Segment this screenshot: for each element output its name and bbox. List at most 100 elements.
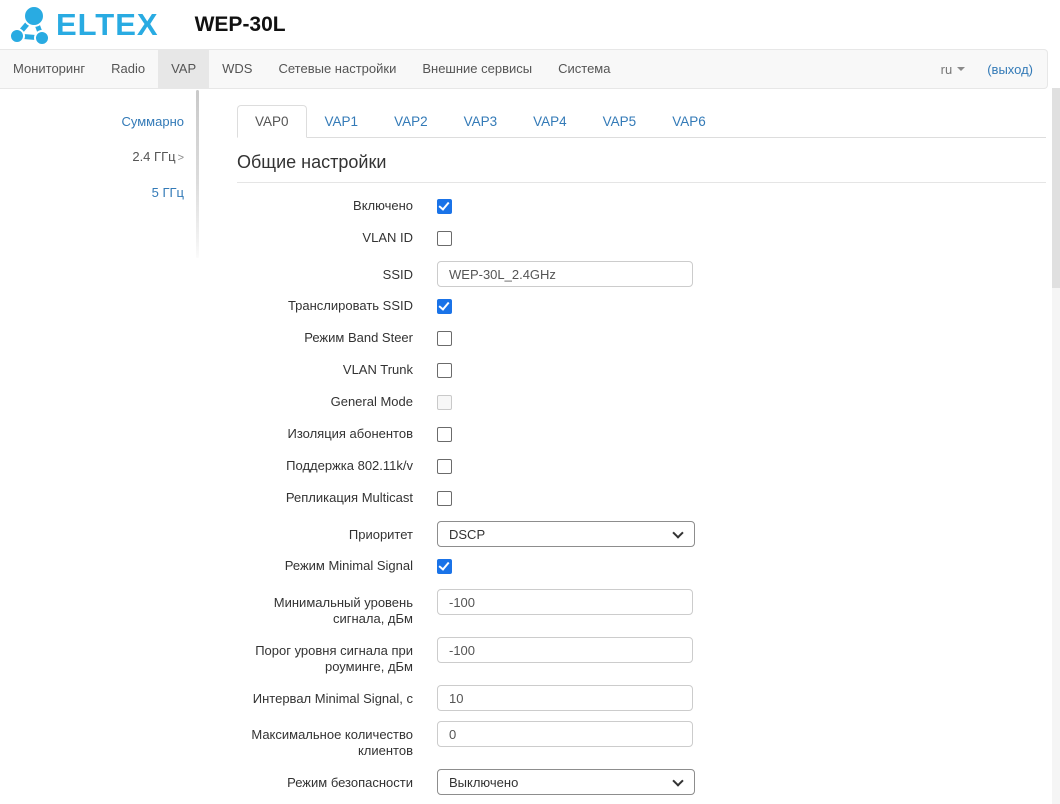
vlan-trunk-checkbox[interactable] (437, 363, 452, 378)
form-row-roaming-signal-threshold: Порог уровня сигнала при роуминге, дБм (237, 637, 1046, 675)
form-row-minimal-signal-level: Минимальный уровень сигнала, дБм (237, 589, 1046, 627)
nav-item-network-settings[interactable]: Сетевые настройки (265, 50, 409, 88)
support-80211kv-checkbox[interactable] (437, 459, 452, 474)
vlan-id-checkbox[interactable] (437, 231, 452, 246)
tab-vap2[interactable]: VAP2 (376, 105, 446, 138)
minimal-signal-mode-checkbox[interactable] (437, 559, 452, 574)
form-row-security-mode: Режим безопасности Выключено (237, 769, 1046, 795)
enabled-control (437, 197, 452, 214)
form-row-band-steer: Режим Band Steer (237, 329, 1046, 346)
sidebar-item-2-4-ghz[interactable]: 2.4 ГГц > (0, 147, 184, 168)
chevron-down-icon (672, 527, 684, 539)
vlan-trunk-control (437, 361, 452, 378)
settings-form: Включено VLAN ID SSID Транслировать SSID Реж… (237, 197, 1046, 804)
vlan-id-label: VLAN ID (362, 230, 413, 245)
form-row-vlan-id: VLAN ID (237, 229, 1046, 246)
security-mode-select[interactable]: Выключено (437, 769, 695, 795)
station-isolation-control (437, 425, 452, 442)
general-mode-label: General Mode (330, 394, 413, 409)
form-row-ssid: SSID (237, 261, 1046, 287)
form-row-vlan-trunk: VLAN Trunk (237, 361, 1046, 378)
section-title: Общие настройки (237, 152, 1046, 183)
priority-label: Приоритет (348, 527, 413, 542)
scrollbar[interactable] (1052, 88, 1060, 804)
tab-vap4[interactable]: VAP4 (515, 105, 585, 138)
multicast-replication-control (437, 489, 452, 506)
logout-link[interactable]: (выход) (987, 62, 1033, 77)
broadcast-ssid-control (437, 297, 452, 314)
minimal-signal-interval-input[interactable] (437, 685, 693, 711)
max-clients-control (437, 721, 693, 747)
nav-item-system[interactable]: Система (545, 50, 623, 88)
tab-vap1[interactable]: VAP1 (307, 105, 377, 138)
band-steer-label: Режим Band Steer (304, 330, 413, 345)
ssid-input[interactable] (437, 261, 693, 287)
priority-select[interactable]: DSCP (437, 521, 695, 547)
eltex-logo[interactable]: ELTEX (8, 4, 159, 45)
form-row-max-clients: Максимальное количество клиентов (237, 721, 1046, 759)
band-steer-control (437, 329, 452, 346)
station-isolation-label: Изоляция абонентов (287, 426, 413, 441)
scrollbar-thumb[interactable] (1052, 88, 1060, 288)
chevron-down-icon (672, 775, 684, 787)
priority-select-value: DSCP (449, 526, 486, 542)
sidebar-item-label: 2.4 ГГц (132, 149, 176, 164)
sidebar-divider (196, 90, 199, 258)
tab-vap0[interactable]: VAP0 (237, 105, 307, 138)
multicast-replication-label: Репликация Multicast (285, 490, 413, 505)
band-steer-checkbox[interactable] (437, 331, 452, 346)
max-clients-label: Максимальное количество клиентов (251, 727, 413, 758)
nav-item-external-services[interactable]: Внешние сервисы (409, 50, 545, 88)
tab-vap3[interactable]: VAP3 (446, 105, 516, 138)
roaming-signal-threshold-input[interactable] (437, 637, 693, 663)
eltex-logo-icon (8, 4, 54, 45)
language-label: ru (940, 61, 953, 77)
minimal-signal-interval-control (437, 685, 693, 711)
nav-item-vap[interactable]: VAP (158, 50, 210, 88)
broadcast-ssid-checkbox[interactable] (437, 299, 452, 314)
minimal-signal-level-input[interactable] (437, 589, 693, 615)
broadcast-ssid-label: Транслировать SSID (287, 298, 413, 313)
eltex-logo-text: ELTEX (56, 7, 159, 42)
nav-item-wds[interactable]: WDS (209, 50, 265, 88)
sidebar: Суммарно 2.4 ГГц >5 ГГц (0, 89, 196, 804)
nav-items: Мониторинг Radio VAP WDS Сетевые настройки Вн… (0, 50, 623, 88)
minimal-signal-level-label: Минимальный уровень сигнала, дБм (273, 595, 413, 626)
chevron-right-icon: > (177, 152, 184, 164)
security-mode-control: Выключено (437, 769, 695, 795)
form-row-minimal-signal-interval: Интервал Minimal Signal, с (237, 685, 1046, 711)
minimal-signal-mode-control (437, 557, 452, 574)
caret-down-icon (957, 67, 966, 71)
tab-vap6[interactable]: VAP6 (654, 105, 724, 138)
enabled-checkbox[interactable] (437, 199, 452, 214)
nav-right: ru (выход) (941, 50, 1033, 88)
vlan-trunk-label: VLAN Trunk (342, 362, 413, 377)
form-row-station-isolation: Изоляция абонентов (237, 425, 1046, 442)
minimal-signal-level-control (437, 589, 693, 615)
vlan-id-control (437, 229, 452, 246)
sidebar-item-label: Суммарно (121, 114, 185, 129)
general-mode-control (437, 393, 452, 410)
form-row-support-80211kv: Поддержка 802.11k/v (237, 457, 1046, 474)
form-row-enabled: Включено (237, 197, 1046, 214)
form-row-minimal-signal-mode: Режим Minimal Signal (237, 557, 1046, 574)
vap-tabs: VAP0 VAP1 VAP2 VAP3 VAP4 VAP5 VAP6 (237, 105, 1046, 138)
max-clients-input[interactable] (437, 721, 693, 747)
tab-vap5[interactable]: VAP5 (585, 105, 655, 138)
support-80211kv-label: Поддержка 802.11k/v (286, 458, 413, 473)
security-mode-select-value: Выключено (449, 774, 519, 790)
support-80211kv-control (437, 457, 452, 474)
multicast-replication-checkbox[interactable] (437, 491, 452, 506)
language-dropdown[interactable]: ru (941, 62, 966, 77)
ssid-label: SSID (382, 267, 413, 282)
nav-item-monitoring[interactable]: Мониторинг (0, 50, 98, 88)
sidebar-item-5-ghz[interactable]: 5 ГГц (0, 183, 184, 203)
main-panel: VAP0 VAP1 VAP2 VAP3 VAP4 VAP5 VAP6 Общие настр… (237, 89, 1046, 804)
nav-item-radio[interactable]: Radio (98, 50, 158, 88)
sidebar-item-summary[interactable]: Суммарно (0, 112, 185, 132)
device-title: WEP-30L (194, 12, 286, 36)
station-isolation-checkbox[interactable] (437, 427, 452, 442)
enabled-label: Включено (353, 198, 413, 213)
main-navbar: Мониторинг Radio VAP WDS Сетевые настройки Вн… (0, 49, 1048, 89)
roaming-signal-threshold-label: Порог уровня сигнала при роуминге, дБм (255, 643, 413, 674)
